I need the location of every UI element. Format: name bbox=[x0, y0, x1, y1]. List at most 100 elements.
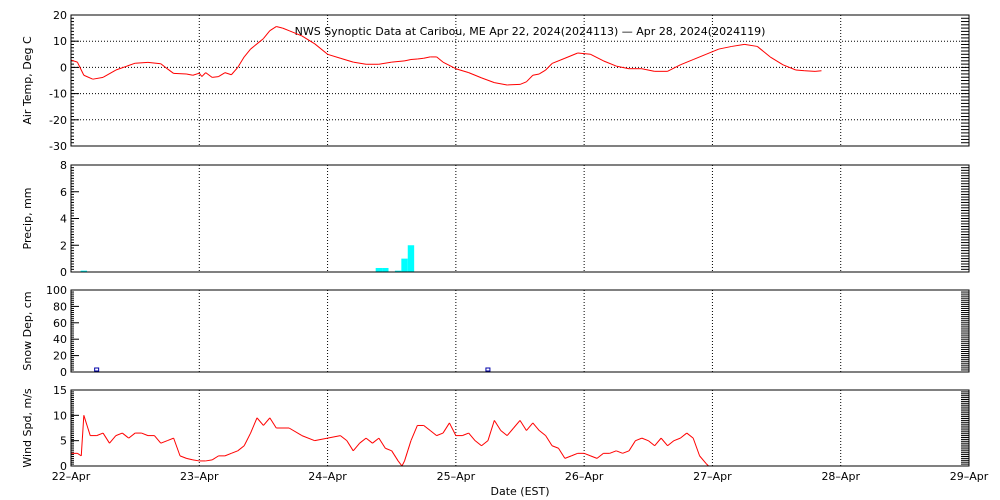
data-segment bbox=[429, 430, 437, 436]
data-segment bbox=[276, 26, 283, 29]
data-segment bbox=[327, 53, 341, 59]
data-segment bbox=[359, 437, 367, 444]
data-segment bbox=[346, 440, 354, 452]
y-tick-label: 2 bbox=[60, 239, 67, 252]
y-axis-label: Snow Dep, cm bbox=[21, 291, 34, 370]
data-segment bbox=[699, 455, 707, 464]
data-segment bbox=[596, 452, 604, 459]
data-segment bbox=[212, 76, 219, 78]
data-segment bbox=[667, 64, 681, 72]
data-segment bbox=[385, 447, 392, 452]
data-segment bbox=[397, 460, 403, 467]
x-tick-label: 26–Apr bbox=[565, 470, 604, 483]
y-tick-label: 0 bbox=[60, 366, 67, 379]
data-segment bbox=[173, 72, 187, 75]
data-segment bbox=[436, 432, 444, 437]
data-segment bbox=[80, 415, 85, 456]
data-segment bbox=[410, 58, 418, 61]
data-segment bbox=[76, 61, 85, 76]
data-segment bbox=[667, 440, 675, 447]
data-segment bbox=[410, 425, 418, 441]
data-segment bbox=[378, 437, 386, 449]
data-segment bbox=[577, 52, 591, 55]
data-segment bbox=[680, 432, 688, 439]
y-tick-label: 8 bbox=[60, 159, 67, 172]
y-axis-label: Wind Spd, m/s bbox=[21, 388, 34, 468]
data-segment bbox=[179, 455, 187, 459]
data-segment bbox=[641, 437, 649, 442]
data-segment bbox=[269, 417, 277, 429]
data-segment bbox=[135, 61, 149, 64]
data-segment bbox=[160, 440, 168, 444]
data-segment bbox=[92, 76, 104, 80]
x-tick-label: 27–Apr bbox=[693, 470, 732, 483]
data-segment bbox=[590, 53, 604, 62]
data-segment bbox=[462, 432, 469, 437]
data-segment bbox=[519, 420, 527, 431]
data-segment bbox=[243, 48, 251, 58]
y-tick-label: 100 bbox=[46, 284, 67, 297]
y-tick-label: 40 bbox=[53, 333, 67, 346]
data-segment bbox=[391, 60, 405, 63]
data-segment bbox=[622, 450, 630, 454]
data-segment bbox=[115, 432, 123, 437]
data-segment bbox=[340, 435, 348, 442]
data-segment bbox=[782, 64, 797, 71]
data-segment bbox=[538, 430, 546, 436]
data-segment bbox=[692, 53, 707, 61]
y-tick-label: 0 bbox=[60, 61, 67, 74]
data-segment bbox=[494, 82, 508, 86]
data-segment bbox=[468, 432, 476, 441]
data-segment bbox=[423, 56, 431, 59]
data-segment bbox=[211, 455, 219, 461]
data-segment bbox=[83, 415, 91, 436]
data-segment bbox=[417, 57, 424, 60]
data-segment bbox=[154, 435, 162, 444]
data-segment bbox=[250, 417, 258, 434]
data-segment bbox=[474, 440, 482, 447]
data-segment bbox=[192, 459, 200, 462]
data-segment bbox=[660, 437, 668, 447]
data-segment bbox=[551, 57, 566, 64]
data-segment bbox=[564, 52, 578, 59]
data-segment bbox=[205, 72, 213, 78]
snow-marker bbox=[485, 367, 491, 372]
data-segment bbox=[455, 68, 469, 74]
data-segment bbox=[513, 420, 521, 429]
y-tick-label: 6 bbox=[60, 186, 67, 199]
data-segment bbox=[378, 61, 392, 65]
y-tick-label: 80 bbox=[53, 300, 67, 313]
data-segment bbox=[263, 30, 271, 39]
data-segment bbox=[705, 48, 720, 55]
data-segment bbox=[609, 450, 617, 454]
x-tick-label: 23–Apr bbox=[180, 470, 219, 483]
data-segment bbox=[231, 450, 238, 454]
data-segment bbox=[401, 460, 405, 467]
data-segment bbox=[250, 43, 258, 50]
data-segment bbox=[314, 43, 328, 55]
data-segment bbox=[391, 450, 399, 462]
data-segment bbox=[96, 432, 104, 437]
data-segment bbox=[571, 452, 578, 457]
data-segment bbox=[166, 68, 174, 74]
data-segment bbox=[468, 72, 482, 79]
data-segment bbox=[500, 430, 508, 436]
y-tick-label: 5 bbox=[60, 435, 67, 448]
data-segment bbox=[558, 447, 566, 459]
data-segment bbox=[493, 420, 502, 431]
data-segment bbox=[282, 27, 290, 32]
data-segment bbox=[372, 437, 380, 444]
panel-precip: 8 6 4 2 0 Precip, mm bbox=[21, 159, 970, 279]
precip-bar bbox=[375, 267, 383, 272]
data-segment bbox=[352, 442, 361, 452]
data-segment bbox=[243, 432, 252, 446]
y-tick-label: 4 bbox=[60, 213, 67, 226]
y-tick-label: 20 bbox=[53, 9, 67, 22]
y-axis-label: Air Temp, Deg C bbox=[21, 36, 34, 125]
precip-bar bbox=[382, 267, 389, 272]
y-tick-label: 20 bbox=[53, 350, 67, 363]
data-segment bbox=[692, 437, 701, 457]
data-segment bbox=[481, 77, 495, 84]
y-tick-label: 10 bbox=[53, 35, 67, 48]
data-segment bbox=[673, 437, 681, 442]
